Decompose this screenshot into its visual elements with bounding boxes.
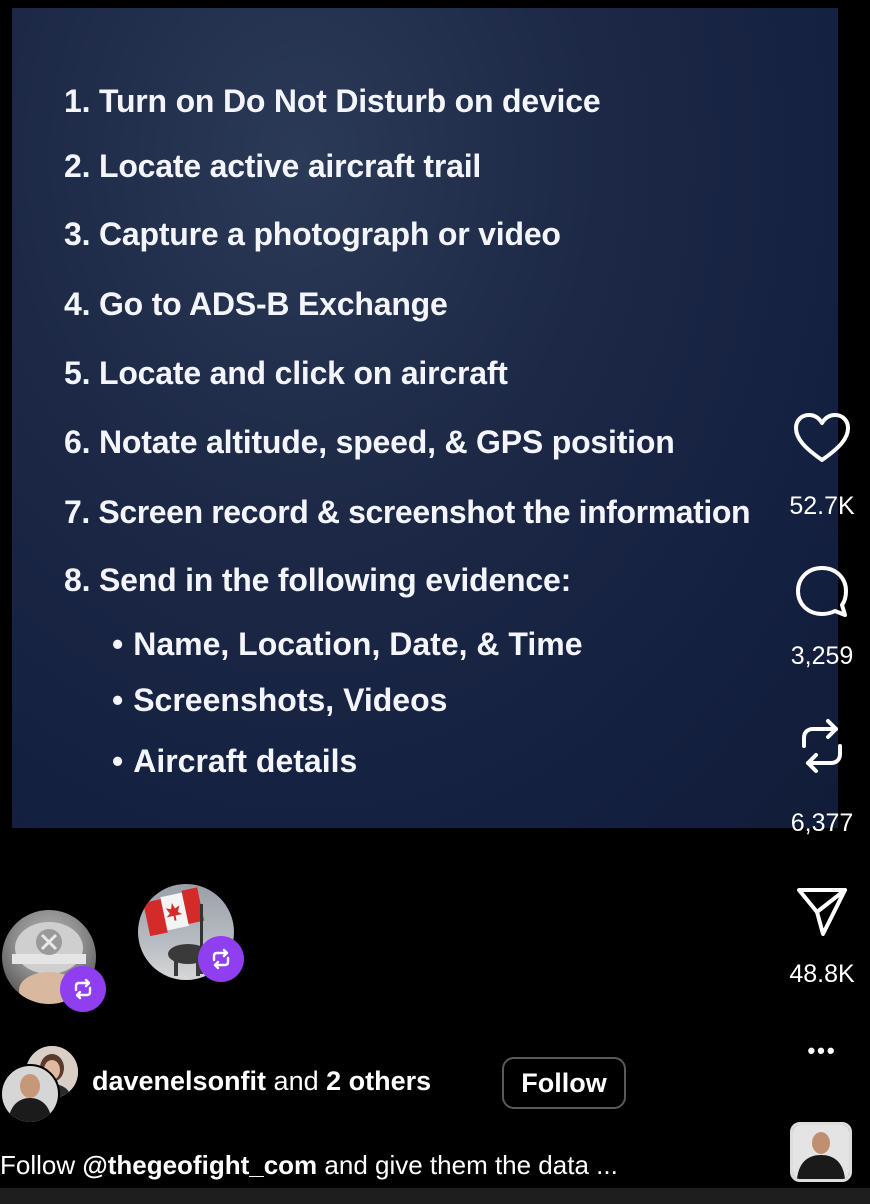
step-6: 6. Notate altitude, speed, & GPS positio… (64, 424, 675, 460)
bullet-text: Aircraft details (133, 743, 358, 779)
caption-text: and give them the data ... (317, 1150, 618, 1180)
evidence-bullet: • Aircraft details (112, 743, 358, 779)
step-4: 4. Go to ADS-B Exchange (64, 286, 448, 322)
comment-button[interactable] (782, 564, 862, 620)
repost-icon (212, 948, 230, 970)
comment-count: 3,259 (790, 642, 854, 670)
caption-mention[interactable]: @thegeofight_com (82, 1150, 317, 1180)
liker-avatar[interactable] (0, 1064, 60, 1124)
repost-badge (198, 936, 244, 982)
repost-icon (802, 719, 842, 773)
bullet-text: Name, Location, Date, & Time (133, 626, 583, 662)
bullet-text: Screenshots, Videos (133, 682, 448, 718)
repost-count: 6,377 (790, 809, 854, 837)
follow-button[interactable]: Follow (502, 1057, 626, 1109)
audio-thumbnail[interactable] (790, 1122, 852, 1182)
more-options-button[interactable]: ••• (782, 1038, 862, 1064)
evidence-bullet: • Screenshots, Videos (112, 682, 448, 718)
person-photo-icon (2, 1066, 58, 1122)
step-3: 3. Capture a photograph or video (64, 216, 561, 252)
evidence-bullet: • Name, Location, Date, & Time (112, 626, 583, 662)
repost-badge (60, 966, 106, 1012)
repost-icon (74, 978, 92, 1000)
more-icon: ••• (807, 1038, 837, 1063)
repost-button[interactable] (782, 716, 862, 776)
step-7: 7. Screen record & screenshot the inform… (64, 494, 751, 530)
share-count: 48.8K (789, 960, 855, 988)
share-button[interactable] (782, 884, 862, 938)
step-8: 8. Send in the following evidence: (64, 562, 572, 598)
step-1: 1. Turn on Do Not Disturb on device (64, 83, 601, 119)
liked-by-others[interactable]: 2 others (326, 1066, 431, 1096)
post-caption[interactable]: Follow @thegeofight_com and give them th… (0, 1150, 618, 1181)
person-photo-icon (793, 1125, 849, 1179)
comment-icon (796, 566, 848, 617)
send-icon (797, 888, 847, 936)
liker-username[interactable]: davenelsonfit (92, 1066, 266, 1096)
like-count: 52.7K (789, 492, 855, 520)
liked-by-text: davenelsonfit and 2 others (92, 1066, 431, 1097)
step-5: 5. Locate and click on aircraft (64, 355, 508, 391)
like-button[interactable] (782, 412, 862, 464)
step-2: 2. Locate active aircraft trail (64, 148, 482, 184)
heart-icon (794, 413, 850, 462)
caption-prefix: Follow (0, 1150, 83, 1180)
bottom-bar (0, 1188, 870, 1204)
liked-by-connector: and (266, 1066, 327, 1096)
